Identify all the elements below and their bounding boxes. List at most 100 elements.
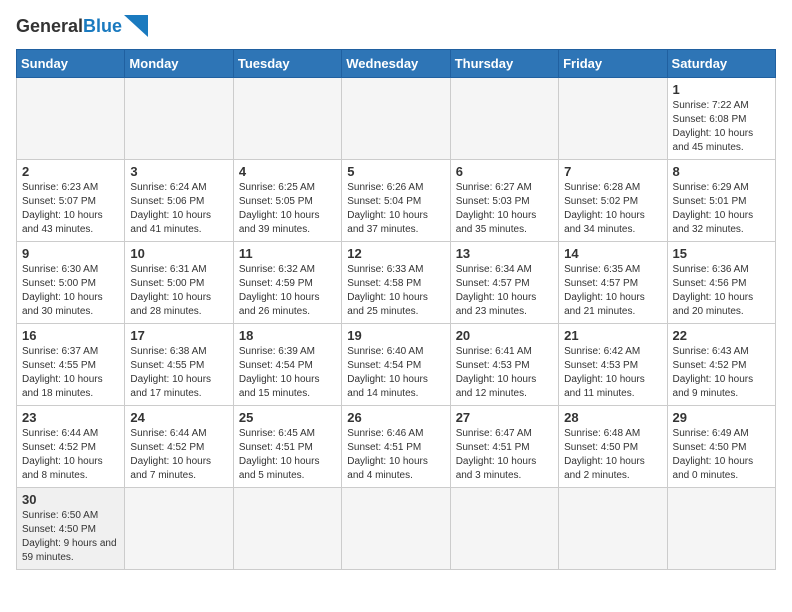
day-number: 24	[130, 410, 227, 425]
day-number: 21	[564, 328, 661, 343]
day-number: 5	[347, 164, 444, 179]
calendar-cell: 24Sunrise: 6:44 AM Sunset: 4:52 PM Dayli…	[125, 406, 233, 488]
day-number: 7	[564, 164, 661, 179]
calendar-cell: 27 Sunrise: 6:47 AM Sunset: 4:51 PM Dayli…	[450, 406, 558, 488]
day-info: Sunrise: 6:41 AM Sunset: 4:53 PM Dayligh…	[456, 345, 553, 401]
calendar-cell: 14 Sunrise: 6:35 AM Sunset: 4:57 PM Dayli…	[559, 242, 667, 324]
day-info: Sunrise: 6:35 AM Sunset: 4:57 PM Dayligh…	[564, 263, 661, 319]
logo-icon	[124, 15, 148, 37]
calendar-cell: 11 Sunrise: 6:32 AM Sunset: 4:59 PM Dayli…	[233, 242, 341, 324]
calendar-cell	[17, 78, 125, 160]
day-info: Sunrise: 6:29 AM Sunset: 5:01 PM Dayligh…	[673, 181, 770, 237]
logo-text: GeneralBlue	[16, 16, 122, 37]
calendar-cell	[233, 488, 341, 570]
calendar-cell: 28 Sunrise: 6:48 AM Sunset: 4:50 PM Dayli…	[559, 406, 667, 488]
day-number: 2	[22, 164, 119, 179]
day-number: 3	[130, 164, 227, 179]
calendar-cell: 20 Sunrise: 6:41 AM Sunset: 4:53 PM Dayli…	[450, 324, 558, 406]
day-number: 20	[456, 328, 553, 343]
day-number: 25	[239, 410, 336, 425]
calendar-cell: 30 Sunrise: 6:50 AM Sunset: 4:50 PM Dayli…	[17, 488, 125, 570]
day-info: Sunrise: 6:47 AM Sunset: 4:51 PM Dayligh…	[456, 427, 553, 483]
day-number: 27	[456, 410, 553, 425]
day-info: Sunrise: 6:25 AM Sunset: 5:05 PM Dayligh…	[239, 181, 336, 237]
day-number: 28	[564, 410, 661, 425]
day-number: 19	[347, 328, 444, 343]
day-number: 23	[22, 410, 119, 425]
day-info: Sunrise: 6:44 AM Sunset: 4:52 PM Dayligh…	[22, 427, 119, 483]
calendar-cell: 26Sunrise: 6:46 AM Sunset: 4:51 PM Dayli…	[342, 406, 450, 488]
day-number: 14	[564, 246, 661, 261]
calendar-cell	[233, 78, 341, 160]
calendar-cell: 12 Sunrise: 6:33 AM Sunset: 4:58 PM Dayli…	[342, 242, 450, 324]
day-info: Sunrise: 6:32 AM Sunset: 4:59 PM Dayligh…	[239, 263, 336, 319]
day-info: Sunrise: 6:43 AM Sunset: 4:52 PM Dayligh…	[673, 345, 770, 401]
calendar: SundayMondayTuesdayWednesdayThursdayFrid…	[16, 49, 776, 570]
day-info: Sunrise: 6:30 AM Sunset: 5:00 PM Dayligh…	[22, 263, 119, 319]
calendar-cell	[342, 488, 450, 570]
day-info: Sunrise: 6:42 AM Sunset: 4:53 PM Dayligh…	[564, 345, 661, 401]
day-number: 29	[673, 410, 770, 425]
day-info: Sunrise: 6:48 AM Sunset: 4:50 PM Dayligh…	[564, 427, 661, 483]
day-number: 12	[347, 246, 444, 261]
weekday-header-friday: Friday	[559, 50, 667, 78]
calendar-cell: 25 Sunrise: 6:45 AM Sunset: 4:51 PM Dayli…	[233, 406, 341, 488]
day-info: Sunrise: 6:40 AM Sunset: 4:54 PM Dayligh…	[347, 345, 444, 401]
calendar-cell	[125, 488, 233, 570]
calendar-cell	[342, 78, 450, 160]
calendar-cell: 18Sunrise: 6:39 AM Sunset: 4:54 PM Dayli…	[233, 324, 341, 406]
day-info: Sunrise: 6:45 AM Sunset: 4:51 PM Dayligh…	[239, 427, 336, 483]
day-info: Sunrise: 6:26 AM Sunset: 5:04 PM Dayligh…	[347, 181, 444, 237]
calendar-cell: 9Sunrise: 6:30 AM Sunset: 5:00 PM Daylig…	[17, 242, 125, 324]
weekday-header-monday: Monday	[125, 50, 233, 78]
day-info: Sunrise: 6:39 AM Sunset: 4:54 PM Dayligh…	[239, 345, 336, 401]
weekday-header-tuesday: Tuesday	[233, 50, 341, 78]
calendar-cell: 8 Sunrise: 6:29 AM Sunset: 5:01 PM Daylig…	[667, 160, 775, 242]
logo: GeneralBlue	[16, 16, 148, 37]
day-info: Sunrise: 6:27 AM Sunset: 5:03 PM Dayligh…	[456, 181, 553, 237]
day-number: 22	[673, 328, 770, 343]
day-info: Sunrise: 6:49 AM Sunset: 4:50 PM Dayligh…	[673, 427, 770, 483]
day-info: Sunrise: 6:38 AM Sunset: 4:55 PM Dayligh…	[130, 345, 227, 401]
weekday-header-thursday: Thursday	[450, 50, 558, 78]
calendar-cell: 22 Sunrise: 6:43 AM Sunset: 4:52 PM Dayli…	[667, 324, 775, 406]
day-number: 4	[239, 164, 336, 179]
day-info: Sunrise: 6:31 AM Sunset: 5:00 PM Dayligh…	[130, 263, 227, 319]
calendar-cell: 10 Sunrise: 6:31 AM Sunset: 5:00 PM Dayli…	[125, 242, 233, 324]
day-info: Sunrise: 6:33 AM Sunset: 4:58 PM Dayligh…	[347, 263, 444, 319]
calendar-cell: 21 Sunrise: 6:42 AM Sunset: 4:53 PM Dayli…	[559, 324, 667, 406]
calendar-cell	[125, 78, 233, 160]
day-number: 8	[673, 164, 770, 179]
day-number: 16	[22, 328, 119, 343]
calendar-cell	[450, 488, 558, 570]
day-info: Sunrise: 6:37 AM Sunset: 4:55 PM Dayligh…	[22, 345, 119, 401]
calendar-cell: 4 Sunrise: 6:25 AM Sunset: 5:05 PM Daylig…	[233, 160, 341, 242]
calendar-cell: 15Sunrise: 6:36 AM Sunset: 4:56 PM Dayli…	[667, 242, 775, 324]
calendar-cell: 19 Sunrise: 6:40 AM Sunset: 4:54 PM Dayli…	[342, 324, 450, 406]
calendar-cell: 5 Sunrise: 6:26 AM Sunset: 5:04 PM Daylig…	[342, 160, 450, 242]
day-info: Sunrise: 6:34 AM Sunset: 4:57 PM Dayligh…	[456, 263, 553, 319]
day-number: 30	[22, 492, 119, 507]
calendar-cell	[559, 78, 667, 160]
day-info: Sunrise: 6:23 AM Sunset: 5:07 PM Dayligh…	[22, 181, 119, 237]
calendar-cell: 17 Sunrise: 6:38 AM Sunset: 4:55 PM Dayli…	[125, 324, 233, 406]
day-number: 11	[239, 246, 336, 261]
day-number: 1	[673, 82, 770, 97]
calendar-cell: 29 Sunrise: 6:49 AM Sunset: 4:50 PM Dayli…	[667, 406, 775, 488]
day-number: 10	[130, 246, 227, 261]
calendar-cell: 13 Sunrise: 6:34 AM Sunset: 4:57 PM Dayli…	[450, 242, 558, 324]
header: GeneralBlue	[16, 16, 776, 37]
day-info: Sunrise: 6:50 AM Sunset: 4:50 PM Dayligh…	[22, 509, 119, 565]
calendar-cell: 23 Sunrise: 6:44 AM Sunset: 4:52 PM Dayli…	[17, 406, 125, 488]
day-number: 15	[673, 246, 770, 261]
day-number: 26	[347, 410, 444, 425]
day-number: 17	[130, 328, 227, 343]
weekday-header-sunday: Sunday	[17, 50, 125, 78]
weekday-header-wednesday: Wednesday	[342, 50, 450, 78]
day-info: Sunrise: 7:22 AM Sunset: 6:08 PM Dayligh…	[673, 99, 770, 155]
calendar-cell: 1 Sunrise: 7:22 AM Sunset: 6:08 PM Daylig…	[667, 78, 775, 160]
day-info: Sunrise: 6:24 AM Sunset: 5:06 PM Dayligh…	[130, 181, 227, 237]
weekday-header-saturday: Saturday	[667, 50, 775, 78]
day-number: 13	[456, 246, 553, 261]
day-number: 6	[456, 164, 553, 179]
